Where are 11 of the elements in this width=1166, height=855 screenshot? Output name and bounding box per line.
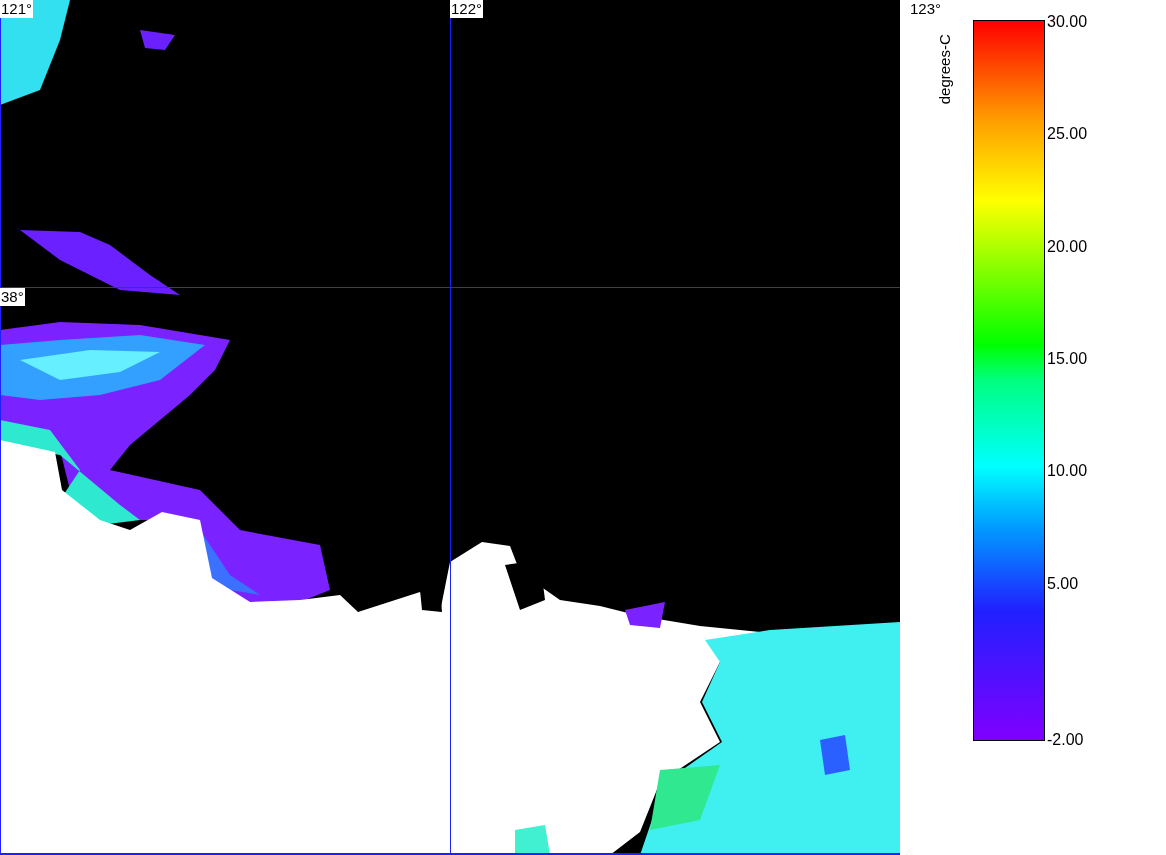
colorbar-tick-label: 20.00 bbox=[1047, 238, 1088, 256]
colorbar-title: degrees-C bbox=[934, 34, 954, 105]
longitude-label: 121° bbox=[0, 0, 34, 18]
colorbar-tick-label: 5.00 bbox=[1047, 575, 1079, 593]
longitude-label: 122° bbox=[450, 0, 484, 18]
colorbar-tick-label: 25.00 bbox=[1047, 125, 1088, 143]
colorbar-tick-label: 30.00 bbox=[1047, 13, 1088, 31]
colorbar-tick-label: 15.00 bbox=[1047, 350, 1088, 368]
colorbar-tick-label: 10.00 bbox=[1047, 462, 1088, 480]
latitude-label: 38° bbox=[0, 288, 25, 306]
colorbar-tick-label: -2.00 bbox=[1047, 731, 1084, 749]
